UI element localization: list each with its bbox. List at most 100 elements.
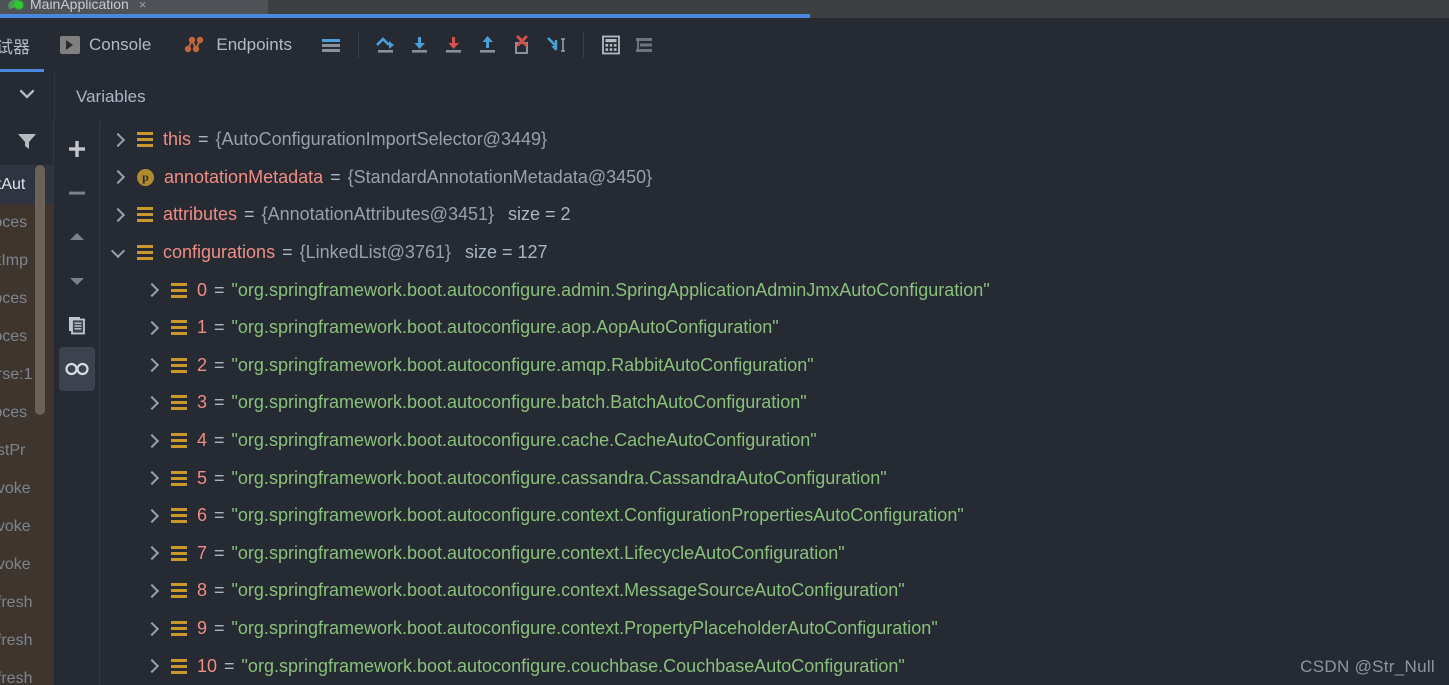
step-out-icon[interactable] — [471, 28, 505, 62]
chevron-right-icon[interactable] — [144, 508, 160, 523]
field-icon — [171, 395, 187, 411]
variable-name: 10 — [197, 655, 218, 676]
field-icon — [171, 357, 187, 373]
frame-row[interactable]: arse:1 — [0, 356, 53, 394]
move-down-button[interactable] — [59, 259, 95, 303]
show-execution-point-icon[interactable] — [314, 28, 348, 62]
variable-row[interactable]: 4 = "org.springframework.boot.autoconfigur… — [101, 422, 1449, 460]
frame-row[interactable]: ostPr — [0, 432, 53, 470]
chevron-right-icon[interactable] — [144, 358, 160, 373]
chevron-right-icon[interactable] — [110, 207, 126, 223]
collapse-frames-button[interactable] — [0, 72, 55, 121]
variable-size: size = 2 — [508, 204, 571, 225]
frame-row[interactable]: etImp — [0, 242, 53, 280]
frame-row[interactable]: roces — [0, 394, 53, 432]
variable-name: 0 — [197, 279, 208, 300]
field-icon — [171, 658, 187, 674]
variable-name: 2 — [197, 354, 208, 375]
chevron-right-icon[interactable] — [144, 621, 160, 636]
field-icon — [137, 245, 153, 261]
inline-watches-button[interactable] — [58, 347, 95, 391]
variable-row[interactable]: 10 = "org.springframework.boot.autoconfigu… — [101, 647, 1449, 685]
equals-sign: = — [214, 392, 225, 413]
variable-value: "org.springframework.boot.autoconfigure.… — [231, 430, 817, 451]
chevron-right-icon[interactable] — [144, 659, 160, 674]
add-watch-button[interactable] — [59, 127, 95, 171]
frames-panel[interactable]: etAut roces etImp roces roces arse:1 roces ostP… — [0, 121, 54, 685]
variable-name: 1 — [197, 317, 208, 338]
tab-console[interactable]: Console — [44, 18, 167, 72]
variable-value: "org.springframework.boot.autoconfigure.… — [231, 279, 990, 300]
frames-scrollbar[interactable] — [35, 165, 45, 415]
variable-row[interactable]: 0 = "org.springframework.boot.autoconfigur… — [101, 271, 1449, 309]
variable-row[interactable]: configurations = {LinkedList@3761} size = 1… — [101, 234, 1449, 272]
equals-sign: = — [214, 354, 225, 375]
variable-row[interactable]: 2 = "org.springframework.boot.autoconfigur… — [101, 347, 1449, 385]
toolbar-separator — [358, 32, 359, 58]
variable-value: {LinkedList@3761} — [299, 242, 451, 263]
frame-label: etImp — [0, 252, 29, 269]
filter-icon — [16, 131, 38, 156]
frame-row[interactable]: efresh — [0, 584, 53, 622]
variable-row[interactable]: p annotationMetadata = {StandardAnnotationM… — [101, 159, 1449, 197]
frame-row[interactable]: roces — [0, 280, 53, 318]
tab-endpoints[interactable]: Endpoints — [167, 18, 308, 72]
frame-label: roces — [0, 290, 28, 307]
force-step-into-icon[interactable] — [437, 28, 471, 62]
remove-watch-button[interactable] — [59, 171, 95, 215]
equals-sign: = — [214, 580, 225, 601]
chevron-right-icon[interactable] — [110, 132, 126, 147]
chevron-right-icon[interactable] — [144, 283, 160, 298]
frame-label: nvoke — [0, 556, 31, 573]
tab-endpoints-label: Endpoints — [216, 35, 292, 54]
equals-sign: = — [214, 317, 225, 338]
chevron-right-icon[interactable] — [144, 471, 160, 486]
drop-frame-icon[interactable] — [505, 28, 539, 62]
chevron-right-icon[interactable] — [144, 395, 160, 411]
close-icon[interactable]: × — [139, 0, 147, 12]
frame-row[interactable]: roces — [0, 318, 53, 356]
chevron-right-icon[interactable] — [144, 320, 160, 335]
variable-value: "org.springframework.boot.autoconfigure.… — [231, 354, 814, 375]
chevron-right-icon[interactable] — [144, 433, 160, 448]
tab-debugger[interactable]: 试器 — [0, 18, 44, 72]
variable-row[interactable]: attributes = {AnnotationAttributes@3451} si… — [101, 196, 1449, 234]
variables-tree[interactable]: this = {AutoConfigurationImportSelector@34… — [101, 121, 1449, 685]
variable-row[interactable]: 6 = "org.springframework.boot.autoconfigur… — [101, 497, 1449, 535]
variable-row[interactable]: 5 = "org.springframework.boot.autoconfigur… — [101, 459, 1449, 497]
frame-row[interactable]: efresh — [0, 660, 53, 685]
move-up-button[interactable] — [59, 215, 95, 259]
endpoints-graph-icon — [183, 35, 207, 55]
chevron-right-icon[interactable] — [144, 546, 160, 561]
run-to-cursor-icon[interactable] — [539, 28, 573, 62]
settings-icon[interactable] — [628, 28, 662, 62]
variable-row[interactable]: 8 = "org.springframework.boot.autoconfigur… — [101, 572, 1449, 610]
frame-row[interactable]: nvoke — [0, 546, 53, 584]
evaluate-expression-icon[interactable] — [594, 28, 628, 62]
variable-row[interactable]: 9 = "org.springframework.boot.autoconfigur… — [101, 610, 1449, 648]
chevron-right-icon[interactable] — [110, 170, 126, 185]
frame-label: ostPr — [0, 442, 26, 459]
variable-row[interactable]: this = {AutoConfigurationImportSelector@34… — [101, 121, 1449, 159]
step-over-icon[interactable] — [369, 28, 403, 62]
chevron-right-icon[interactable] — [144, 583, 160, 598]
frame-label: roces — [0, 214, 28, 231]
step-into-icon[interactable] — [403, 28, 437, 62]
copy-value-button[interactable] — [59, 303, 95, 347]
frame-row[interactable]: etAut — [0, 166, 53, 204]
variable-row[interactable]: 3 = "org.springframework.boot.autoconfigur… — [101, 384, 1449, 422]
field-icon — [171, 583, 187, 599]
frame-row[interactable]: nvoke — [0, 508, 53, 546]
variable-row[interactable]: 7 = "org.springframework.boot.autoconfigur… — [101, 535, 1449, 573]
frame-row[interactable]: nvoke — [0, 470, 53, 508]
variable-row[interactable]: 1 = "org.springframework.boot.autoconfigur… — [101, 309, 1449, 347]
frames-filter-button[interactable] — [0, 121, 53, 166]
variable-value: "org.springframework.boot.autoconfigure.… — [231, 467, 887, 488]
frame-label: etAut — [0, 176, 26, 193]
variable-value: {StandardAnnotationMetadata@3450} — [347, 166, 653, 187]
frame-row[interactable]: efresh — [0, 622, 53, 660]
frame-row[interactable]: roces — [0, 204, 53, 242]
chevron-down-icon[interactable] — [110, 243, 126, 260]
variable-value: "org.springframework.boot.autoconfigure.… — [231, 505, 964, 526]
equals-sign: = — [214, 279, 225, 300]
